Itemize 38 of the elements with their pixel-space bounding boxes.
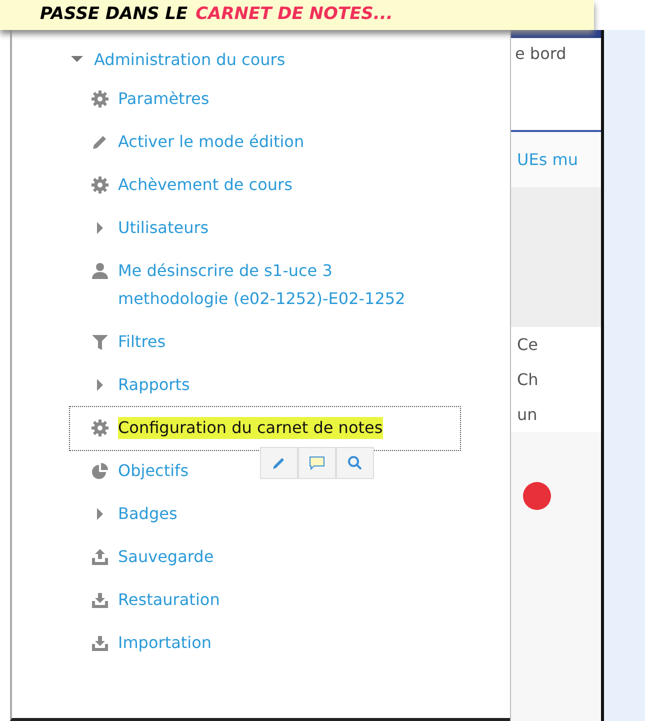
caption-text: PASSE DANS LE — [40, 4, 188, 24]
menu-item[interactable]: Objectifs — [70, 450, 420, 493]
person-icon — [90, 261, 110, 281]
download-icon — [90, 633, 110, 653]
filter-icon — [90, 332, 110, 352]
body-text: Ch — [511, 362, 601, 397]
gear-icon — [90, 418, 110, 438]
search-button[interactable] — [336, 447, 374, 479]
menu-item[interactable]: Rapports — [70, 364, 420, 407]
pie-icon — [90, 461, 110, 481]
menu-item[interactable]: Sauvegarde — [70, 536, 420, 579]
download-icon — [90, 590, 110, 610]
menu-item[interactable]: Filtres — [70, 321, 420, 364]
menu-item[interactable]: Importation — [70, 622, 420, 665]
caret-icon[interactable] — [70, 54, 84, 64]
caption-highlight: CARNET DE NOTES... — [196, 4, 393, 24]
pencil-icon — [271, 455, 287, 471]
menu-item[interactable]: Utilisateurs — [70, 207, 420, 250]
list-icon — [523, 482, 551, 510]
gear-icon — [90, 89, 110, 109]
gear-icon — [90, 175, 110, 195]
body-text: Ce — [511, 327, 601, 362]
body-text: un — [511, 397, 601, 432]
selected-menu-item[interactable]: Configuration du carnet de notes — [70, 407, 460, 450]
menu-item[interactable]: Paramètres — [70, 78, 420, 121]
upload-icon — [90, 547, 110, 567]
menu-item[interactable]: Achèvement de cours — [70, 164, 420, 207]
menu-title-link[interactable]: Administration du cours — [94, 50, 286, 68]
course-link[interactable]: UEs mu — [517, 150, 578, 169]
comment-tool-button[interactable] — [298, 447, 336, 479]
menu-item[interactable]: Activer le mode édition — [70, 121, 420, 164]
menu-item[interactable]: Badges — [70, 493, 420, 536]
menu-item[interactable]: Restauration — [70, 579, 420, 622]
page-heading: e bord — [511, 38, 601, 132]
menu-item[interactable]: Me désinscrire de s1-uce 3 methodologie (e02-1252)-E02-1252 — [70, 250, 420, 321]
pencil-tool-button[interactable] — [260, 447, 298, 479]
search-icon — [347, 455, 363, 471]
comment-icon — [309, 455, 325, 471]
